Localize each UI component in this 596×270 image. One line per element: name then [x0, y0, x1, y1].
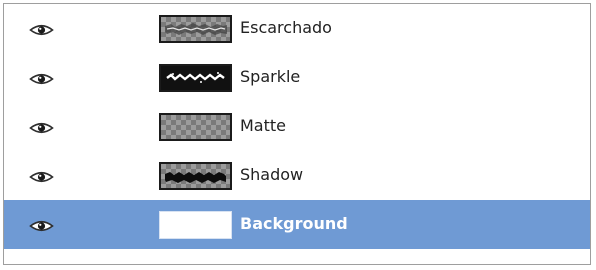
layer-row-sparkle[interactable]: Sparkle [4, 53, 590, 102]
layer-name[interactable]: Escarchado [240, 18, 332, 38]
eye-icon[interactable] [29, 169, 54, 183]
layer-row-escarchado[interactable]: Escarchado [4, 4, 590, 53]
eye-icon[interactable] [29, 71, 54, 85]
layers-panel: Escarchado Sparkle Matte Shadow Backgrou… [3, 3, 591, 265]
layer-thumbnail [159, 113, 232, 141]
layer-thumbnail [159, 162, 232, 190]
layer-thumbnail [159, 64, 232, 92]
eye-icon[interactable] [29, 120, 54, 134]
layer-row-background[interactable]: Background [4, 200, 590, 249]
eye-icon[interactable] [29, 22, 54, 36]
eye-icon[interactable] [29, 218, 54, 232]
layer-row-matte[interactable]: Matte [4, 102, 590, 151]
layer-thumbnail [159, 211, 232, 239]
layer-name[interactable]: Background [240, 214, 348, 234]
layer-name[interactable]: Sparkle [240, 67, 300, 87]
layer-thumbnail [159, 15, 232, 43]
layer-row-shadow[interactable]: Shadow [4, 151, 590, 200]
layer-name[interactable]: Shadow [240, 165, 303, 185]
layer-name[interactable]: Matte [240, 116, 286, 136]
